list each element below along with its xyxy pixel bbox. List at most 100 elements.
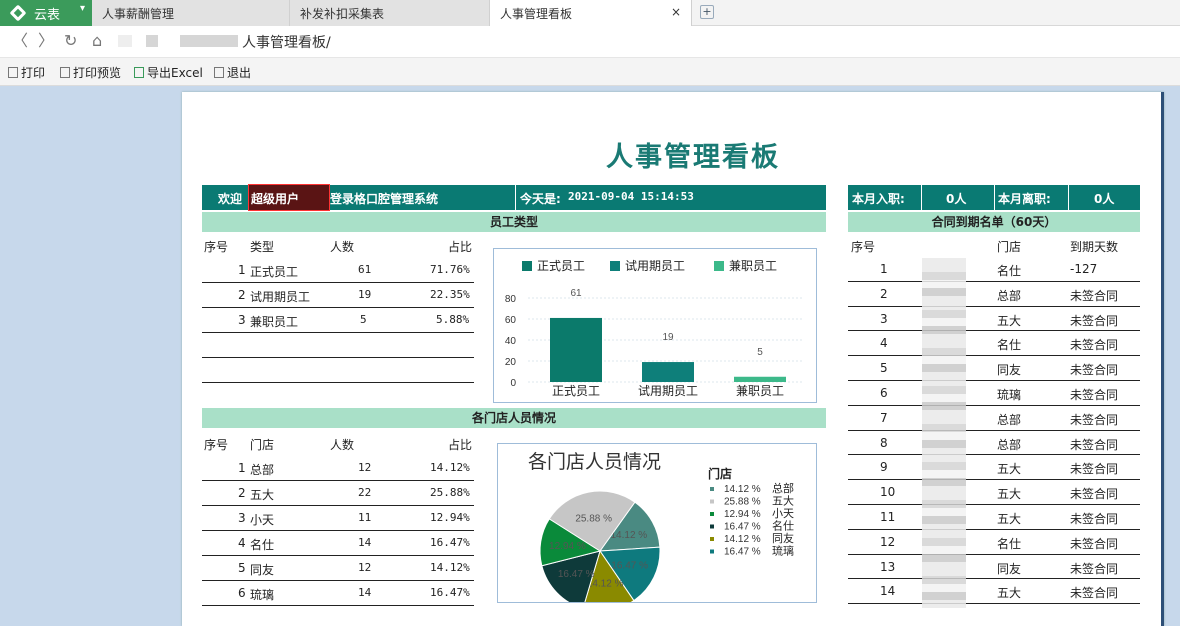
row-store: 名仕: [250, 538, 275, 552]
table-row: 9 五大 未签合同: [848, 455, 1140, 481]
tab-label: 补发补扣采集表: [300, 7, 385, 21]
table-row: 6 琉璃 14 16.47%: [202, 581, 474, 606]
row-type: 试用期员工: [250, 290, 311, 304]
row-days: 未签合同: [1070, 412, 1119, 427]
empty-row: [202, 358, 474, 383]
bar: [642, 362, 694, 382]
row-store: 同友: [997, 561, 1022, 576]
row-count: 12: [358, 461, 372, 474]
exit-button[interactable]: 退出: [214, 64, 251, 81]
chart-title: 各门店人员情况: [528, 451, 661, 473]
bar-chart-svg: 020406080正式员工 试用期员工 兼职员工61正式员工19试用期员工5兼职员工: [505, 258, 804, 398]
row-store: 五大: [997, 512, 1022, 526]
print-label: 打印: [21, 66, 46, 80]
legend-label: 五大: [772, 494, 794, 508]
close-icon[interactable]: ×: [671, 5, 681, 19]
slice-label: 14.12 %: [610, 530, 647, 541]
row-count: 14: [358, 586, 372, 599]
legend-label: 同友: [772, 531, 794, 545]
row-count: 12: [358, 561, 372, 574]
redacted-url: [180, 35, 238, 47]
row-days: 未签合同: [1070, 313, 1119, 328]
today-value: 2021-09-04 15:14:53: [568, 190, 694, 203]
y-tick-label: 60: [505, 315, 517, 326]
legend-label: 兼职员工: [729, 259, 777, 273]
row-no: 2: [238, 486, 246, 500]
divider: [994, 185, 995, 210]
x-tick-label: 正式员工: [552, 384, 600, 398]
table-row: 3 小天 11 12.94%: [202, 506, 474, 531]
legend-swatch: [710, 512, 714, 516]
refresh-icon[interactable]: ↻: [64, 32, 77, 50]
address-bar: 〈 〉 ↻ ⌂ 人事管理看板/: [0, 26, 1180, 58]
row-no: 2: [880, 286, 888, 301]
today-label: 今天是:: [520, 192, 561, 206]
row-days: 未签合同: [1070, 437, 1119, 452]
export-excel-button[interactable]: 导出Excel: [134, 64, 203, 81]
preview-icon: [60, 67, 70, 78]
data-label: 5: [757, 347, 763, 358]
row-days: 未签合同: [1070, 338, 1119, 353]
divider: [515, 185, 516, 210]
col-no: 序号: [851, 240, 876, 254]
forward-icon[interactable]: 〉: [38, 32, 54, 50]
row-type: 正式员工: [250, 265, 299, 279]
col-store: 门店: [250, 438, 275, 452]
col-type: 类型: [250, 240, 275, 254]
table-row: 1 总部 12 14.12%: [202, 456, 474, 481]
legend-swatch: [522, 261, 532, 271]
legend-swatch: [710, 499, 714, 504]
legend-swatch: [710, 487, 714, 491]
tab-reissue-deduct[interactable]: 补发补扣采集表: [290, 0, 490, 26]
back-icon[interactable]: 〈: [12, 32, 28, 50]
excel-icon: [134, 67, 144, 78]
address-path[interactable]: 人事管理看板/: [242, 32, 331, 52]
tab-hr-salary[interactable]: 人事薪酬管理: [92, 0, 290, 26]
col-no: 序号: [204, 438, 229, 452]
table-row: 14 五大 未签合同: [848, 579, 1140, 605]
table-row: 1 正式员工 61 71.76%: [202, 258, 474, 283]
data-label: 19: [662, 332, 674, 343]
home-icon[interactable]: ⌂: [92, 32, 102, 50]
table-row: 3 五大 未签合同: [848, 307, 1140, 332]
row-count: 5: [360, 313, 367, 326]
month-leave-label: 本月离职:: [998, 192, 1051, 206]
row-no: 1: [238, 461, 246, 475]
legend-swatch: [710, 549, 714, 554]
tab-label: 人事管理看板: [500, 7, 573, 21]
slice-label: 14.12 %: [587, 579, 624, 590]
new-tab-button[interactable]: +: [700, 5, 714, 19]
table-row: 3 兼职员工 5 5.88%: [202, 308, 474, 333]
page-title: 人事管理看板: [606, 142, 780, 173]
redacted-names: [922, 258, 966, 608]
table-row: 5 同友 12 14.12%: [202, 556, 474, 581]
row-no: 4: [238, 536, 246, 550]
print-button[interactable]: 打印: [8, 64, 45, 81]
legend-value: 16.47 %: [724, 547, 761, 558]
legend-swatch: [710, 524, 714, 529]
row-store: 五大: [997, 313, 1022, 328]
table-row: 10 五大 未签合同: [848, 480, 1140, 505]
row-store: 琉璃: [997, 388, 1022, 402]
toolbar: 打印 打印预览 导出Excel 退出: [0, 58, 1180, 86]
data-label: 61: [570, 288, 582, 299]
x-tick-label: 试用期员工: [638, 383, 698, 398]
row-ratio: 12.94%: [430, 511, 470, 524]
legend-label: 小天: [772, 507, 794, 520]
row-ratio: 16.47%: [430, 586, 470, 599]
store-pie-chart: 各门店人员情况 14.12 % 16.47 % 14.12 % 16.47 % 12.94…: [497, 443, 817, 612]
preview-label: 打印预览: [73, 66, 122, 80]
y-tick-label: 20: [505, 357, 517, 368]
tab-hr-dashboard[interactable]: 人事管理看板 ×: [490, 0, 692, 26]
row-store: 五大: [250, 488, 275, 502]
row-store: 名仕: [997, 264, 1022, 278]
legend-label: 试用期员工: [625, 258, 685, 273]
row-store: 总部: [997, 412, 1022, 427]
app-menu-button[interactable]: 云表 ▾: [0, 0, 92, 26]
export-label: 导出Excel: [147, 66, 203, 80]
user-name[interactable]: 超级用户: [248, 184, 330, 211]
print-preview-button[interactable]: 打印预览: [60, 64, 121, 81]
table-row: 12 名仕 未签合同: [848, 530, 1140, 555]
row-days: 未签合同: [1070, 561, 1119, 576]
diamond-logo-icon: [9, 4, 27, 22]
